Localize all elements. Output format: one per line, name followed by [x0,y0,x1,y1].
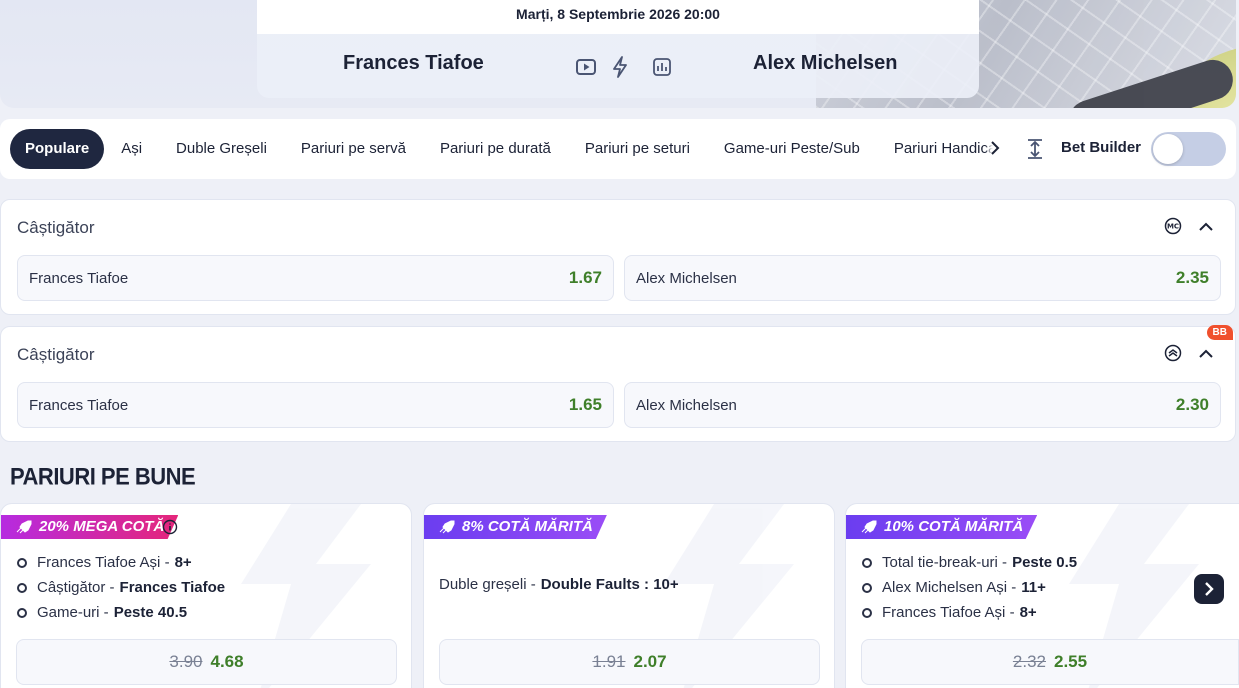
expand-vertical-icon[interactable] [1024,137,1046,161]
match-date: Marți, 8 Septembrie 2026 20:00 [257,0,979,34]
rocket-icon [439,520,455,534]
odd-button[interactable]: Alex Michelsen 2.35 [624,255,1221,301]
bet-builder-label: Bet Builder [1061,139,1142,156]
rocket-icon [861,520,877,534]
market-card: BB Câștigător Frances Tiafoe 1.65 Alex M… [0,325,1236,442]
chevron-up-icon[interactable] [1197,345,1215,363]
odd-button[interactable]: Frances Tiafoe 1.65 [17,382,614,428]
odd-button[interactable]: Alex Michelsen 2.30 [624,382,1221,428]
away-team-name: Alex Michelsen [753,52,898,74]
tab-pariuri-pe-serva[interactable]: Pariuri pe servă [284,129,423,169]
home-team-name: Frances Tiafoe [343,52,484,74]
chevron-up-icon[interactable] [1197,218,1215,236]
tab-pariuri-pe-seturi[interactable]: Pariuri pe seturi [568,129,707,169]
event-header: Marți, 8 Septembrie 2026 20:00 Frances T… [0,0,1236,108]
market-title: Câștigător [17,345,95,364]
promo-leg: Total tie-break-uri - Peste 0.5 [862,550,1077,575]
tab-duble-greseli[interactable]: Duble Greșeli [159,129,284,169]
promo-leg: Frances Tiafoe Ași -8+ [17,550,225,575]
promo-odds-button[interactable]: 2.32 2.55 [861,639,1239,685]
old-odd: 1.91 [592,652,626,671]
promo-card[interactable]: 20% MEGA COTĂ Frances Tiafoe Ași -8+ Câș… [0,503,412,688]
tab-populare[interactable]: Populare [10,129,105,169]
promo-odds-button[interactable]: 3.90 4.68 [16,639,397,685]
promo-ribbon: 10% COTĂ MĂRITĂ [846,515,1038,539]
boosted-odd: 4.68 [210,652,244,671]
promo-leg: Game-uri - Peste 40.5 [17,600,225,625]
odd-value: 1.65 [568,395,602,414]
market-card: Câștigător MC Frances Tiafoe 1.67 Alex M… [0,199,1236,315]
old-odd: 3.90 [169,652,203,671]
chevron-right-icon [1205,582,1214,596]
old-odd: 2.32 [1012,652,1046,671]
odd-value: 1.67 [568,268,602,287]
market-tabs: Populare Ași Duble Greșeli Pariuri pe se… [0,119,1236,179]
selection-name: Frances Tiafoe [29,270,129,287]
promo-odds-button[interactable]: 1.91 2.07 [439,639,820,685]
selection-name: Alex Michelsen [636,270,737,287]
promo-selection: Duble greșeli - Double Faults : 10+ [439,576,679,593]
promo-card[interactable]: 8% COTĂ MĂRITĂ Duble greșeli - Double Fau… [423,503,835,688]
odd-value: 2.30 [1175,395,1209,414]
stats-icon[interactable] [651,56,673,78]
rocket-icon [16,520,32,534]
selection-name: Alex Michelsen [636,397,737,414]
info-icon[interactable] [162,519,178,535]
market-title: Câștigător [17,218,95,237]
promo-leg: Frances Tiafoe Ași -8+ [862,600,1077,625]
promo-legs: Frances Tiafoe Ași -8+ Câștigător - Franc… [17,550,225,625]
svg-text:MC: MC [1167,223,1179,231]
mc-icon: MC [1163,216,1183,236]
bb-stack-icon [1163,343,1183,363]
odd-value: 2.35 [1175,268,1209,287]
promo-ribbon: 20% MEGA COTĂ [1,515,179,539]
odd-button[interactable]: Frances Tiafoe 1.67 [17,255,614,301]
tab-pariuri-handicap[interactable]: Pariuri Handicap [877,129,1000,169]
video-icon[interactable] [575,56,597,78]
section-title: PARIURI PE BUNE [10,462,196,490]
carousel-next-button[interactable] [1194,574,1224,604]
selection-name: Frances Tiafoe [29,397,129,414]
lightning-icon[interactable] [609,56,631,78]
promo-card[interactable]: 10% COTĂ MĂRITĂ Total tie-break-uri - Pes… [845,503,1239,688]
tabs-scroll-right-icon[interactable] [985,137,1005,159]
bet-builder-toggle[interactable] [1151,132,1226,166]
tab-pariuri-pe-durata[interactable]: Pariuri pe durată [423,129,568,169]
boosted-odd: 2.55 [1054,652,1088,671]
promo-legs: Total tie-break-uri - Peste 0.5 Alex Mich… [862,550,1077,625]
tab-game-uri-peste-sub[interactable]: Game-uri Peste/Sub [707,129,877,169]
promo-leg: Câștigător - Frances Tiafoe [17,575,225,600]
bb-badge: BB [1206,325,1233,340]
tab-asi[interactable]: Ași [104,129,159,169]
promo-ribbon: 8% COTĂ MĂRITĂ [424,515,607,539]
promo-leg: Alex Michelsen Ași -11+ [862,575,1077,600]
boosted-odd: 2.07 [633,652,667,671]
match-card: Marți, 8 Septembrie 2026 20:00 Frances T… [257,0,979,98]
